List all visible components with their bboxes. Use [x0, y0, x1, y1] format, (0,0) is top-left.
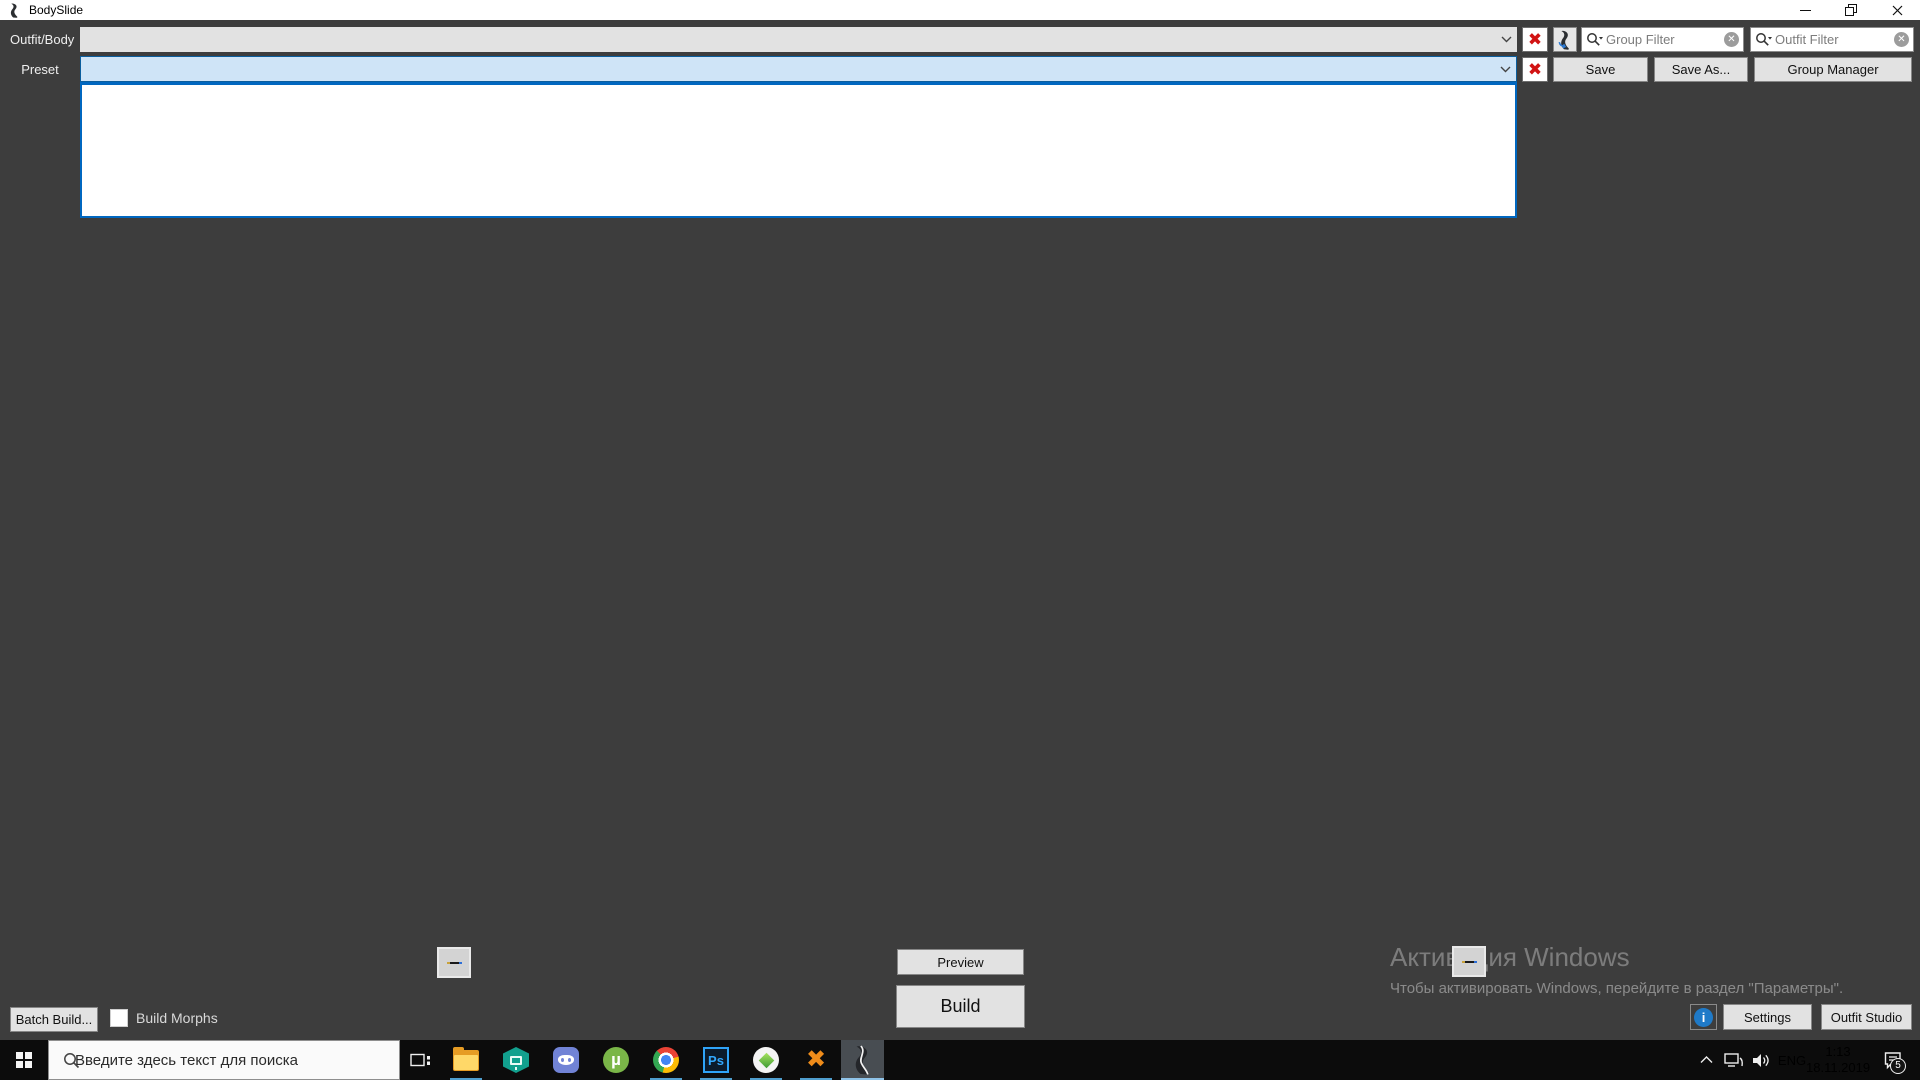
bodyslide-icon	[852, 1045, 874, 1075]
tray-volume-button[interactable]	[1748, 1040, 1774, 1080]
bodyslide-app-icon	[8, 3, 21, 18]
outfit-filter-input[interactable]	[1775, 32, 1894, 47]
save-button[interactable]: Save	[1553, 57, 1648, 82]
build-button[interactable]: Build	[896, 985, 1025, 1028]
search-icon[interactable]	[1755, 32, 1772, 48]
window-title: BodySlide	[29, 3, 83, 17]
notification-badge: 5	[1890, 1058, 1906, 1074]
save-as-button[interactable]: Save As...	[1654, 57, 1748, 82]
outfit-body-label: Outfit/Body	[10, 27, 74, 52]
chrome-icon	[653, 1047, 679, 1073]
settings-button[interactable]: Settings	[1723, 1004, 1812, 1030]
preview-button[interactable]: Preview	[897, 949, 1024, 975]
info-icon: i	[1694, 1008, 1713, 1027]
taskbar-search-box	[48, 1040, 400, 1080]
window-controls	[1782, 0, 1920, 20]
taskbar-file-explorer[interactable]	[441, 1040, 491, 1080]
tray-date: 18.11.2019	[1806, 1060, 1870, 1076]
search-icon	[63, 1052, 80, 1069]
outfit-choose-button[interactable]	[1553, 27, 1577, 52]
utorrent-icon: µ	[603, 1047, 629, 1073]
windows-activation-watermark-title: Активация Windows	[1390, 942, 1630, 973]
about-button[interactable]: i	[1690, 1004, 1717, 1030]
taskbar-utorrent[interactable]: µ	[591, 1040, 641, 1080]
chevron-down-icon	[1494, 66, 1516, 73]
preset-dropdown-list[interactable]	[80, 82, 1517, 218]
clear-outfit-filter-icon[interactable]: ✕	[1894, 32, 1909, 47]
minimize-button[interactable]	[1782, 0, 1828, 20]
taskbar: µ Ps ✖ ENG	[0, 1040, 1920, 1080]
windows-logo-icon	[16, 1052, 32, 1068]
clear-preset-button[interactable]: ✖	[1522, 57, 1548, 82]
build-morphs-checkbox[interactable]	[110, 1009, 128, 1027]
build-morphs-label: Build Morphs	[136, 1010, 218, 1026]
outfit-filter-box: ✕	[1750, 27, 1914, 52]
outfit-studio-button[interactable]: Outfit Studio	[1821, 1004, 1912, 1030]
taskbar-chrome[interactable]	[641, 1040, 691, 1080]
network-icon	[1724, 1052, 1744, 1068]
tray-clock[interactable]: 1:13 18.11.2019	[1806, 1040, 1870, 1080]
windows-activation-watermark-text: Чтобы активировать Windows, перейдите в …	[1390, 980, 1843, 997]
red-x-icon: ✖	[1528, 61, 1542, 78]
restore-button[interactable]	[1828, 0, 1874, 20]
discord-icon	[553, 1047, 579, 1073]
preset-label: Preset	[0, 57, 80, 82]
group-filter-box: ✕	[1581, 27, 1744, 52]
clear-group-filter-icon[interactable]: ✕	[1724, 32, 1739, 47]
taskbar-discord[interactable]	[541, 1040, 591, 1080]
taskbar-search-input[interactable]	[75, 1052, 387, 1069]
taskbar-orange-cross-app[interactable]: ✖	[791, 1040, 841, 1080]
photoshop-icon: Ps	[703, 1047, 729, 1073]
slider-pane-left-button[interactable]	[437, 947, 471, 978]
start-button[interactable]	[0, 1040, 48, 1080]
minus-slider-icon	[1462, 961, 1477, 963]
clear-outfit-button[interactable]: ✖	[1522, 27, 1548, 52]
task-view-icon	[410, 1051, 431, 1069]
restore-icon	[1845, 4, 1857, 16]
close-button[interactable]	[1874, 0, 1920, 20]
sims-plumbob-icon	[753, 1047, 779, 1073]
green-hexagon-app-icon	[503, 1047, 529, 1073]
title-bar: BodySlide	[0, 0, 1920, 20]
tray-network-button[interactable]	[1720, 1040, 1748, 1080]
action-center-button[interactable]: 5	[1876, 1040, 1910, 1080]
speaker-icon	[1753, 1053, 1770, 1068]
search-icon[interactable]	[1586, 32, 1603, 48]
bodyslide-arrow-icon	[1557, 30, 1573, 50]
tray-expand-button[interactable]	[1694, 1040, 1718, 1080]
group-filter-input[interactable]	[1606, 32, 1724, 47]
file-explorer-icon	[453, 1050, 479, 1071]
minimize-icon	[1800, 10, 1811, 11]
taskbar-sims4[interactable]	[741, 1040, 791, 1080]
chevron-up-icon	[1700, 1056, 1713, 1064]
close-icon	[1892, 5, 1903, 16]
orange-cross-icon: ✖	[806, 1047, 826, 1073]
taskbar-green-hexagon-app[interactable]	[491, 1040, 541, 1080]
red-x-icon: ✖	[1528, 31, 1542, 48]
slider-pane-right-button[interactable]	[1452, 946, 1486, 977]
group-manager-button[interactable]: Group Manager	[1754, 57, 1912, 82]
task-view-button[interactable]	[400, 1040, 441, 1080]
preset-combobox[interactable]	[80, 56, 1517, 82]
taskbar-photoshop[interactable]: Ps	[691, 1040, 741, 1080]
outfit-body-combobox[interactable]	[80, 27, 1517, 52]
minus-slider-icon	[447, 962, 462, 964]
batch-build-button[interactable]: Batch Build...	[10, 1007, 98, 1032]
taskbar-bodyslide-active[interactable]	[841, 1040, 884, 1080]
tray-time: 1:13	[1806, 1044, 1870, 1060]
chevron-down-icon	[1495, 36, 1517, 43]
